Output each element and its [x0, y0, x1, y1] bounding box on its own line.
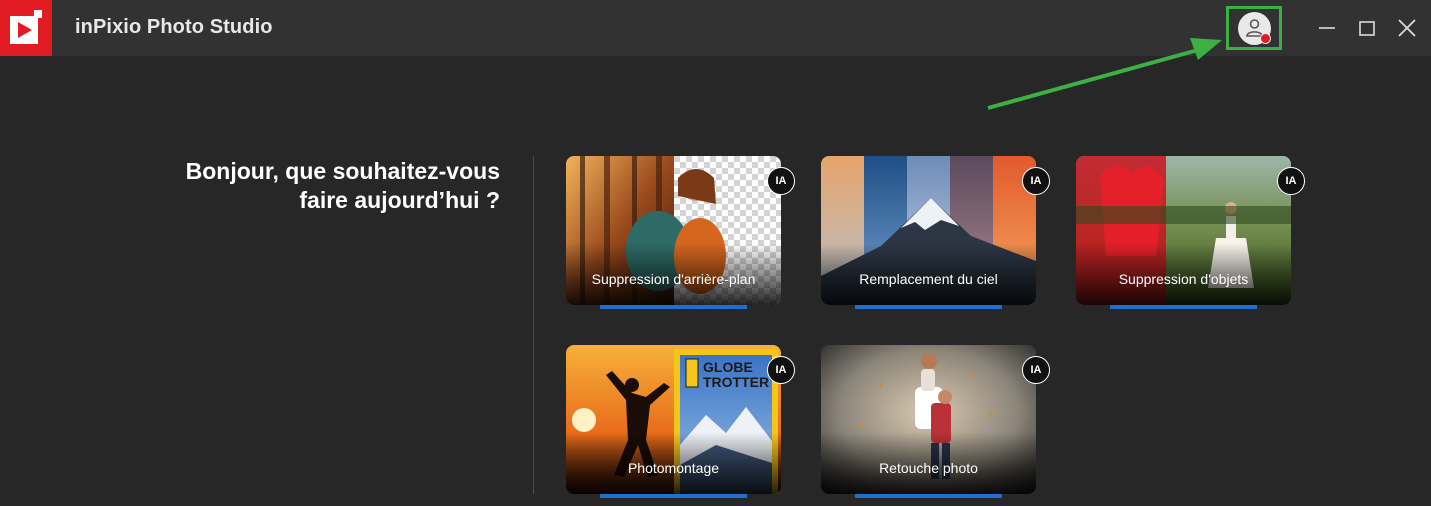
card-underline	[855, 305, 1002, 309]
card-label: Suppression d'objets	[1118, 271, 1249, 287]
divider	[533, 156, 534, 494]
minimize-icon	[1319, 27, 1335, 29]
card-underline	[600, 494, 747, 498]
card-label: Remplacement du ciel	[859, 271, 998, 287]
app-logo-icon	[0, 0, 52, 56]
card-photomontage[interactable]: GLOBE TROTTER Photomontage	[566, 345, 781, 494]
ia-badge: IA	[1277, 167, 1305, 195]
app-title: inPixio Photo Studio	[75, 16, 273, 38]
maximize-button[interactable]	[1353, 14, 1381, 42]
minimize-button[interactable]	[1313, 14, 1341, 42]
magazine-title-1: GLOBE	[703, 359, 753, 375]
greeting-line-2: faire aujourd’hui ?	[299, 187, 500, 213]
card-background-removal[interactable]: Suppression d'arrière-plan	[566, 156, 781, 305]
magazine-title-2: TROTTER	[703, 374, 769, 390]
ia-badge: IA	[1022, 167, 1050, 195]
card-label: Retouche photo	[879, 460, 978, 476]
close-button[interactable]	[1393, 14, 1421, 42]
card-underline	[600, 305, 747, 309]
notification-dot	[1260, 33, 1271, 44]
card-label: Photomontage	[627, 460, 720, 476]
maximize-icon	[1359, 21, 1375, 36]
greeting-heading: Bonjour, que souhaitez-vous faire aujour…	[140, 157, 500, 215]
ia-badge: IA	[767, 167, 795, 195]
greeting-line-1: Bonjour, que souhaitez-vous	[185, 158, 500, 184]
card-sky-replacement[interactable]: Remplacement du ciel	[821, 156, 1036, 305]
title-bar: inPixio Photo Studio	[0, 0, 1431, 56]
card-label: Suppression d'arrière-plan	[591, 271, 756, 287]
ia-badge: IA	[767, 356, 795, 384]
card-underline	[1110, 305, 1257, 309]
card-underline	[855, 494, 1002, 498]
ia-badge: IA	[1022, 356, 1050, 384]
card-photo-retouch[interactable]: Retouche photo	[821, 345, 1036, 494]
card-object-removal[interactable]: Suppression d'objets	[1076, 156, 1291, 305]
close-icon	[1398, 19, 1416, 37]
